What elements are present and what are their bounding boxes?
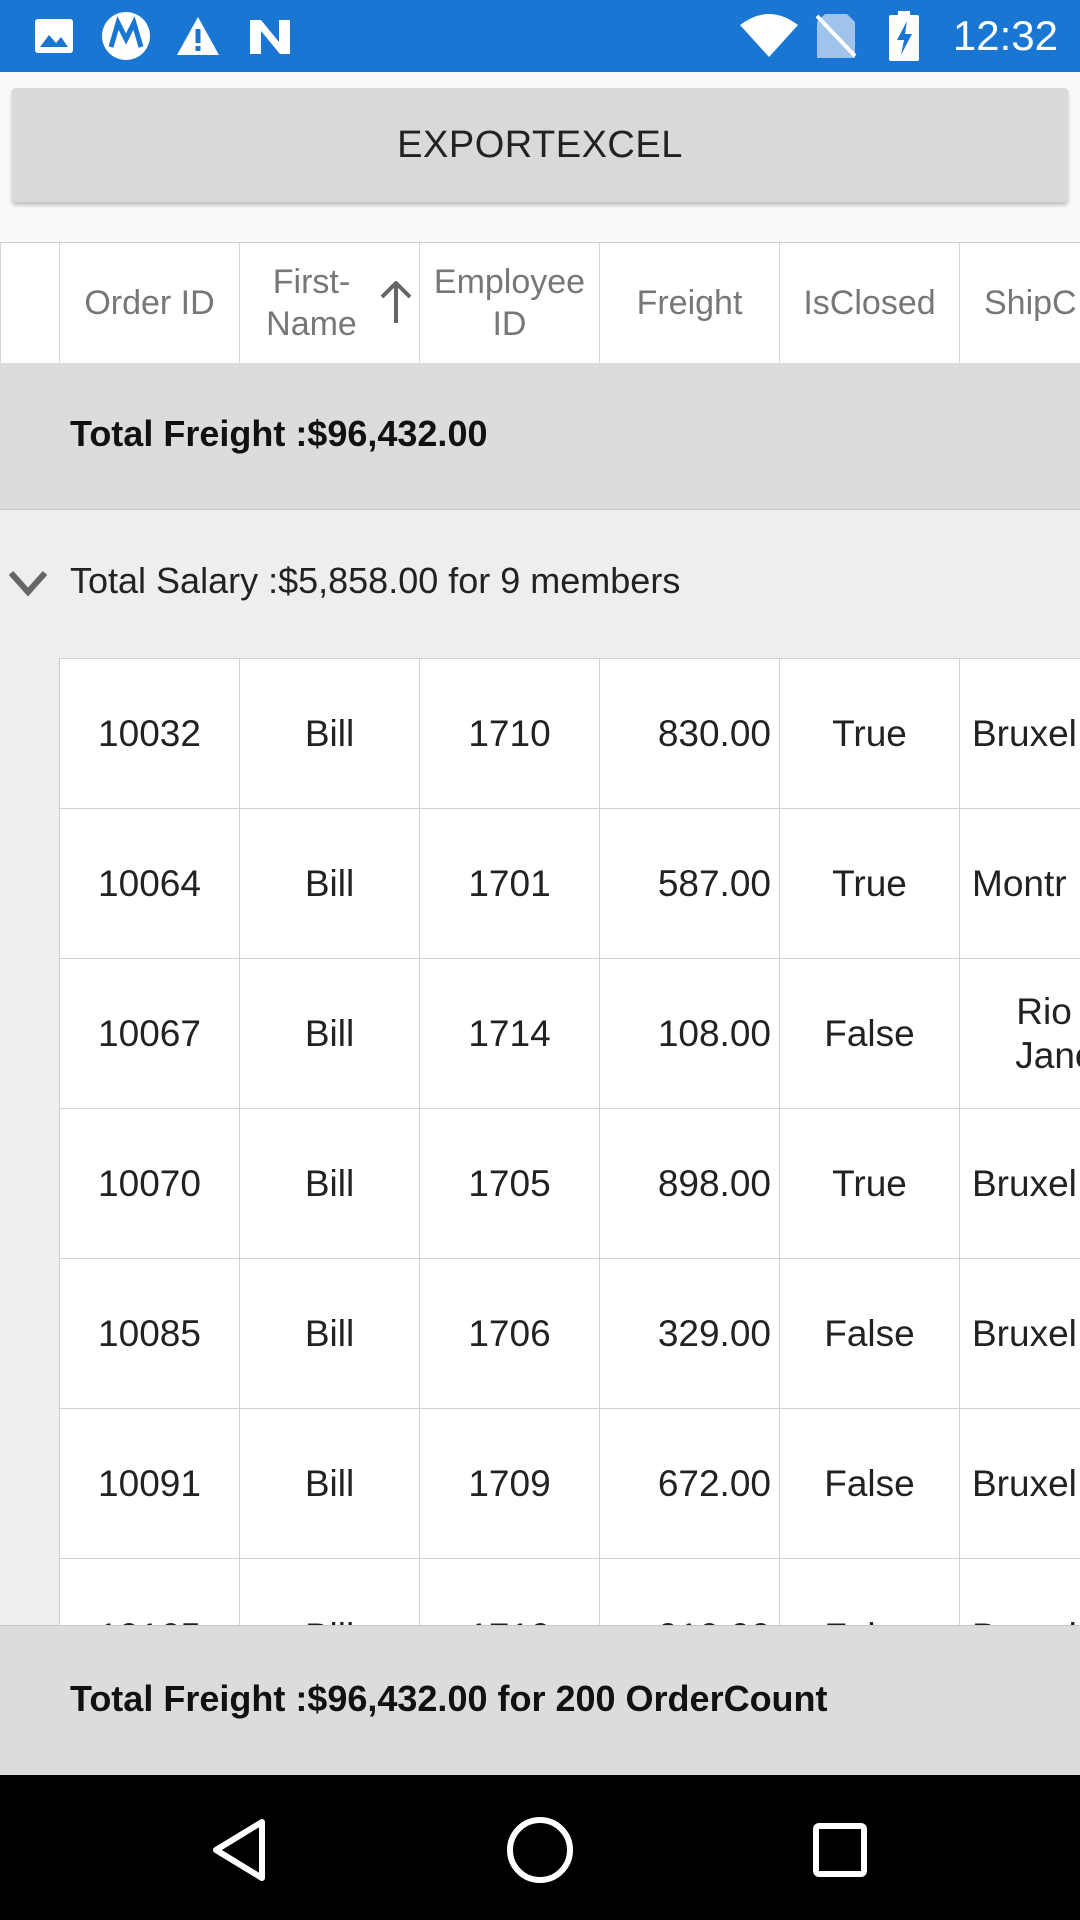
cell-is-closed: False [780,1409,960,1558]
cell-is-closed: False [780,1259,960,1408]
cell-is-closed: False [780,1559,960,1625]
group-caption-row[interactable]: Total Salary :$5,858.00 for 9 members [0,510,1080,658]
caption-summary-text: Total Freight :$96,432.00 [70,413,488,454]
cell-first-name: Bill [240,1409,420,1558]
cell-employee-id: 1709 [420,1409,600,1558]
cell-is-closed: True [780,1109,960,1258]
caption-summary-row: Total Freight :$96,432.00 [0,363,1080,510]
cell-order-id: 10064 [60,809,240,958]
table-row[interactable]: 10165 Bill 1710 910.00 False Bruxel [59,1558,1080,1625]
cell-first-name: Bill [240,1109,420,1258]
cell-employee-id: 1706 [420,1259,600,1408]
cell-ship-city: Bruxel [960,1409,1080,1558]
header-first-name[interactable]: First- Name [240,243,420,363]
battery-charging-icon [884,11,924,61]
group-caption-text: Total Salary :$5,858.00 for 9 members [70,560,681,601]
cell-is-closed: True [780,809,960,958]
cell-employee-id: 1710 [420,1559,600,1625]
image-icon [30,12,78,60]
data-rows: 10032 Bill 1710 830.00 True Bruxel 10064… [59,658,1080,1625]
table-row[interactable]: 10032 Bill 1710 830.00 True Bruxel [59,658,1080,808]
header-ship-city[interactable]: ShipC [960,243,1080,363]
cell-freight: 672.00 [600,1409,780,1558]
motorola-icon [100,12,152,60]
n-icon [246,12,294,60]
cell-order-id: 10032 [60,659,240,808]
chevron-down-icon[interactable] [8,568,48,598]
header-employee-id[interactable]: Employee ID [420,243,600,363]
cell-freight: 910.00 [600,1559,780,1625]
cell-first-name: Bill [240,1259,420,1408]
group-indent-column [0,658,59,1625]
cell-ship-city: Bruxel [960,1259,1080,1408]
cell-ship-city: Bruxel [960,1109,1080,1258]
table-row[interactable]: 10067 Bill 1714 108.00 False Rio d Janei [59,958,1080,1108]
group-indent-header [0,243,60,363]
table-row[interactable]: 10091 Bill 1709 672.00 False Bruxel [59,1408,1080,1558]
export-excel-button[interactable]: EXPORTEXCEL [12,88,1068,202]
data-grid: Order ID First- Name Employee ID Freight… [0,242,1080,1625]
table-summary-text: Total Freight :$96,432.00 for 200 OrderC… [70,1678,828,1719]
cell-ship-city: Rio d Janei [960,959,1080,1108]
cell-first-name: Bill [240,809,420,958]
no-sim-icon [812,12,860,60]
cell-freight: 898.00 [600,1109,780,1258]
cell-freight: 830.00 [600,659,780,808]
cell-ship-city: Bruxel [960,659,1080,808]
cell-first-name: Bill [240,659,420,808]
cell-is-closed: True [780,659,960,808]
sort-ascending-icon [380,281,412,323]
wifi-icon [738,12,800,60]
cell-freight: 587.00 [600,809,780,958]
cell-order-id: 10067 [60,959,240,1108]
cell-freight: 329.00 [600,1259,780,1408]
cell-freight: 108.00 [600,959,780,1108]
navigation-bar [0,1775,1080,1920]
warning-icon [174,12,222,60]
header-order-id[interactable]: Order ID [60,243,240,363]
cell-order-id: 10091 [60,1409,240,1558]
cell-employee-id: 1710 [420,659,600,808]
table-row[interactable]: 10070 Bill 1705 898.00 True Bruxel [59,1108,1080,1258]
cell-employee-id: 1701 [420,809,600,958]
header-is-closed[interactable]: IsClosed [780,243,960,363]
cell-employee-id: 1714 [420,959,600,1108]
header-freight[interactable]: Freight [600,243,780,363]
cell-first-name: Bill [240,959,420,1108]
cell-order-id: 10070 [60,1109,240,1258]
table-row[interactable]: 10064 Bill 1701 587.00 True Montr [59,808,1080,958]
home-icon[interactable] [500,1810,580,1890]
header-row: Order ID First- Name Employee ID Freight… [0,242,1080,364]
cell-employee-id: 1705 [420,1109,600,1258]
table-summary-row: Total Freight :$96,432.00 for 200 OrderC… [0,1625,1080,1776]
cell-order-id: 10085 [60,1259,240,1408]
recents-icon[interactable] [800,1810,880,1890]
back-icon[interactable] [200,1810,280,1890]
status-bar: 12:32 [0,0,1080,72]
cell-ship-city: Bruxel [960,1559,1080,1625]
table-row[interactable]: 10085 Bill 1706 329.00 False Bruxel [59,1258,1080,1408]
cell-ship-city: Montr [960,809,1080,958]
cell-first-name: Bill [240,1559,420,1625]
cell-is-closed: False [780,959,960,1108]
clock: 12:32 [952,12,1058,59]
cell-order-id: 10165 [60,1559,240,1625]
